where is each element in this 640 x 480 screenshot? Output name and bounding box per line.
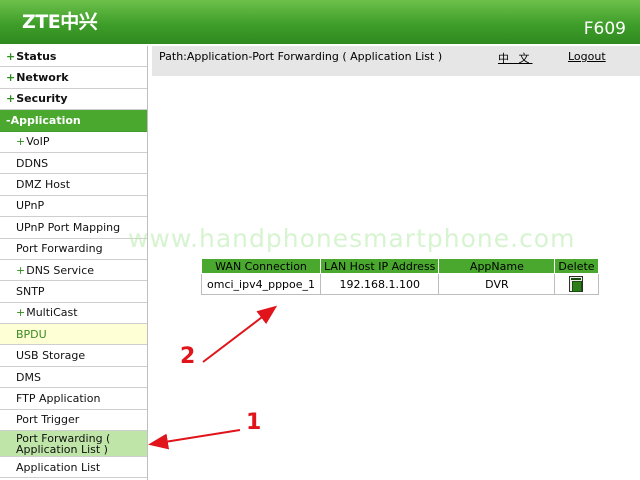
sidebar-item-network[interactable]: + Network xyxy=(0,67,147,89)
expand-plus-icon: + xyxy=(16,135,26,149)
sidebar-item-multicast[interactable]: + MultiCast xyxy=(0,303,147,325)
sidebar-item-ftp-application[interactable]: FTP Application xyxy=(0,388,147,410)
sidebar-item-sntp[interactable]: SNTP xyxy=(0,281,147,303)
sidebar-item-label: DNS Service xyxy=(26,263,95,277)
annotation-label-1: 1 xyxy=(246,410,262,435)
table-header-row: WAN Connection LAN Host IP Address AppNa… xyxy=(200,258,599,274)
app-name-cell: DVR xyxy=(438,273,556,295)
column-header-lan-host-ip: LAN Host IP Address xyxy=(320,258,440,274)
sidebar-item-port-trigger[interactable]: Port Trigger xyxy=(0,410,147,432)
device-model: F609 xyxy=(583,19,626,39)
top-header: ZTE中兴 F609 xyxy=(0,0,640,44)
sidebar-nav: + Status + Network + Security - Application … xyxy=(0,46,148,480)
sidebar-item-label: Port Trigger xyxy=(16,413,80,427)
expand-plus-icon: + xyxy=(6,49,16,63)
sidebar-item-dmz-host[interactable]: DMZ Host xyxy=(0,174,147,196)
sidebar-item-voip[interactable]: + VoIP xyxy=(0,132,147,153)
sidebar-item-status[interactable]: + Status xyxy=(0,46,147,68)
sidebar-item-label: UPnP Port Mapping xyxy=(16,220,121,234)
application-list-table: WAN Connection LAN Host IP Address AppNa… xyxy=(200,258,599,295)
sidebar-item-label: VoIP xyxy=(26,135,50,149)
sidebar-item-upnp-port-mapping[interactable]: UPnP Port Mapping xyxy=(0,217,147,239)
sidebar-item-port-forwarding[interactable]: Port Forwarding xyxy=(0,239,147,260)
sidebar-item-label: Application xyxy=(10,113,81,127)
sidebar-item-port-forwarding-application-list[interactable]: Port Forwarding ( Application List ) xyxy=(0,431,147,458)
sidebar-item-label: Port Forwarding xyxy=(16,242,103,256)
expand-plus-icon: + xyxy=(6,71,16,85)
expand-plus-icon: + xyxy=(16,306,26,320)
sidebar-item-dns-service[interactable]: + DNS Service xyxy=(0,260,147,282)
sidebar-item-ddns[interactable]: DDNS xyxy=(0,153,147,175)
arrow-2 xyxy=(202,305,278,363)
lan-host-ip-cell: 192.168.1.100 xyxy=(320,273,440,295)
sidebar-item-label: DMZ Host xyxy=(16,178,71,192)
sidebar-item-label: DMS xyxy=(16,370,41,384)
annotation-label-2: 2 xyxy=(180,344,196,369)
sidebar-item-label-line2: Application List ) xyxy=(16,442,108,456)
trash-icon[interactable] xyxy=(569,276,584,292)
wan-connection-cell: omci_ipv4_pppoe_1 xyxy=(200,273,322,295)
sidebar-item-upnp[interactable]: UPnP xyxy=(0,196,147,218)
sidebar-item-label: MultiCast xyxy=(26,306,78,320)
sidebar-item-label: Status xyxy=(16,49,57,63)
sidebar-item-label: BPDU xyxy=(16,327,47,341)
delete-cell xyxy=(554,273,599,295)
zte-logo: ZTE中兴 xyxy=(22,11,98,33)
sidebar-item-application[interactable]: - Application xyxy=(0,110,147,132)
sidebar-item-label: Security xyxy=(16,92,68,106)
column-header-app-name: AppName xyxy=(438,258,556,274)
expand-plus-icon: + xyxy=(6,92,16,106)
sidebar-item-label: USB Storage xyxy=(16,349,86,363)
sidebar-item-bpdu[interactable]: BPDU xyxy=(0,324,147,346)
sidebar-item-label: UPnP xyxy=(16,199,45,213)
logout-link[interactable]: Logout xyxy=(568,50,606,63)
sidebar-item-label: Application List xyxy=(16,460,101,474)
sidebar-item-label: FTP Application xyxy=(16,391,101,405)
expand-plus-icon: + xyxy=(16,263,26,277)
path-bar: Path:Application-Port Forwarding ( Appli… xyxy=(152,46,640,76)
sidebar-item-label: SNTP xyxy=(16,284,45,298)
sidebar-item-label-line1: Port Forwarding ( xyxy=(16,431,111,445)
arrow-1 xyxy=(148,429,241,450)
sidebar-item-security[interactable]: + Security xyxy=(0,89,147,111)
language-link[interactable]: 中 文 xyxy=(498,50,533,66)
sidebar-item-usb-storage[interactable]: USB Storage xyxy=(0,345,147,367)
sidebar-item-dms[interactable]: DMS xyxy=(0,367,147,389)
table-row: omci_ipv4_pppoe_1 192.168.1.100 DVR xyxy=(200,273,599,295)
column-header-wan-connection: WAN Connection xyxy=(200,258,322,274)
sidebar-item-label: DDNS xyxy=(16,156,49,170)
column-header-delete: Delete xyxy=(554,258,599,274)
sidebar-item-label: Network xyxy=(16,71,69,85)
breadcrumb: Path:Application-Port Forwarding ( Appli… xyxy=(159,50,443,63)
watermark: www.handphonesmartphone.com xyxy=(128,224,576,253)
sidebar-item-application-list[interactable]: Application List xyxy=(0,457,147,479)
